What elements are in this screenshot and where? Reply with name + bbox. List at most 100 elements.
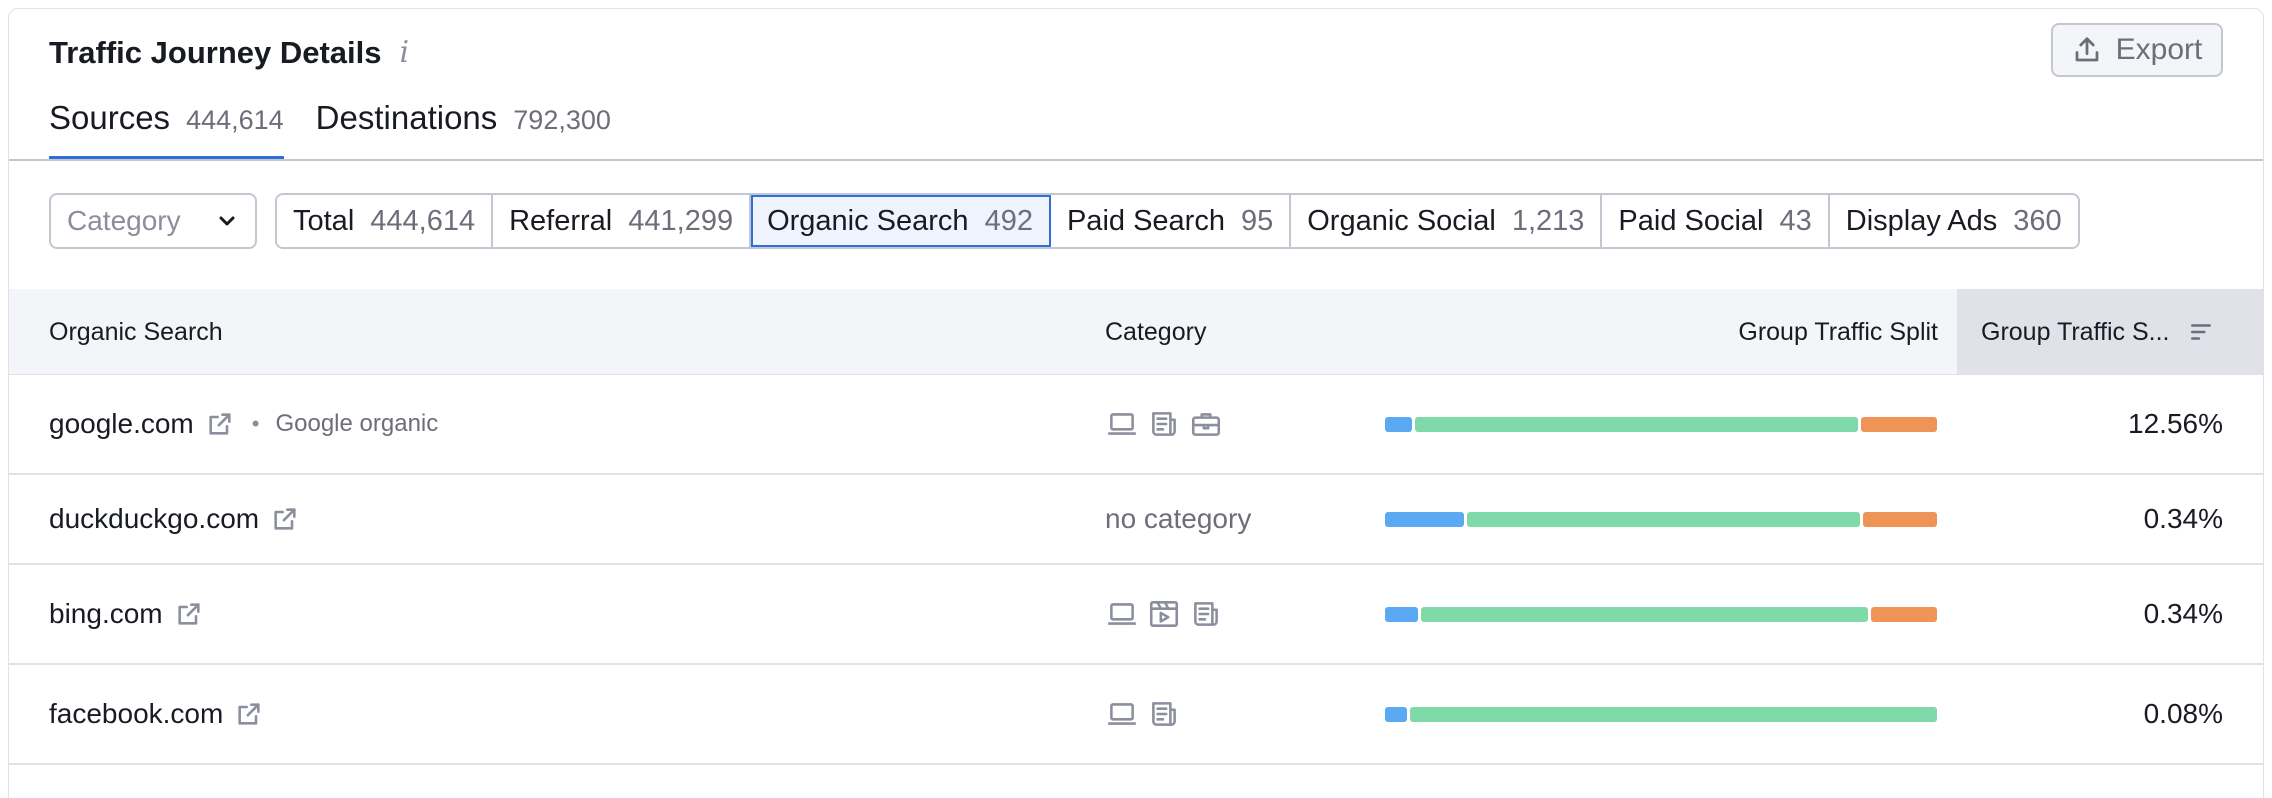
traffic-split-bar[interactable] [1385,511,1937,527]
video-icon[interactable] [1147,597,1181,631]
tabs-divider [9,159,2263,161]
chevron-down-icon [219,216,235,226]
cell-domain: bing.com [49,565,203,663]
column-header-share[interactable]: Group Traffic S... [1957,289,2263,375]
split-segment-green [1415,416,1858,432]
briefcase-icon[interactable] [1189,407,1223,441]
cell-traffic-share: 0.08% [2143,698,2223,729]
tab-destinations[interactable]: Destinations 792,300 [316,97,611,161]
cell-traffic-split [1385,565,1937,663]
split-segment-blue [1385,416,1413,432]
cell-category [1105,375,1223,473]
export-label: Export [2115,33,2203,66]
traffic-journey-panel: Traffic Journey Details i Export Sources… [8,8,2264,798]
segment-organic-search[interactable]: Organic Search 492 [751,195,1051,247]
tab-label: Destinations [315,99,498,136]
title-row: Traffic Journey Details i [49,35,409,71]
traffic-split-bar[interactable] [1385,606,1937,622]
segment-display-ads[interactable]: Display Ads 360 [1829,195,2078,247]
split-segment-orange [1871,606,1937,622]
tab-sources[interactable]: Sources 444,614 [49,97,284,161]
cell-category [1105,665,1181,763]
table-row: facebook.com 0.08% [9,665,2263,765]
category-dropdown[interactable]: Category [49,193,257,249]
segment-label: Organic Social [1307,204,1496,237]
cell-category [1105,565,1223,663]
column-header-share-label: Group Traffic S... [1981,317,2170,346]
domain-subtitle: Google organic [275,410,439,437]
segment-count: 43 [1779,204,1812,237]
cell-traffic-share: 0.34% [2143,598,2223,629]
domain-link[interactable]: facebook.com [49,698,223,730]
segment-label: Display Ads [1845,204,1998,237]
sort-icon [2190,324,2211,340]
segment-count: 492 [984,204,1033,237]
segment-label: Total [293,204,355,237]
tab-count: 792,300 [513,105,611,135]
domain-link[interactable]: duckduckgo.com [49,503,259,535]
laptop-icon[interactable] [1105,697,1139,731]
segment-total[interactable]: Total 444,614 [277,195,494,247]
segment-count: 95 [1240,204,1274,237]
news-icon[interactable] [1189,597,1223,631]
table-header: Organic Search Category Group Traffic Sp… [9,289,2263,375]
traffic-split-bar[interactable] [1385,416,1937,432]
news-icon[interactable] [1147,697,1181,731]
news-icon[interactable] [1147,407,1181,441]
table-row: duckduckgo.com no category 0.34% [9,475,2263,565]
segment-label: Organic Search [767,204,969,237]
external-link-icon[interactable] [271,505,299,533]
traffic-split-bar[interactable] [1385,706,1937,722]
upload-icon [2075,37,2099,62]
segment-label: Referral [509,204,613,237]
segment-paid-search[interactable]: Paid Search 95 [1050,195,1292,247]
tab-count: 444,614 [186,105,284,135]
page-title: Traffic Journey Details [49,35,382,70]
cell-domain: duckduckgo.com [49,475,299,563]
segment-organic-social[interactable]: Organic Social 1,213 [1291,195,1603,247]
tab-label: Sources [49,99,171,136]
segment-paid-social[interactable]: Paid Social 43 [1602,195,1830,247]
column-header-category[interactable]: Category [1105,289,1206,375]
column-header-name[interactable]: Organic Search [49,289,223,375]
split-segment-green [1420,606,1869,622]
split-segment-blue [1385,606,1418,622]
cell-traffic-split [1385,665,1937,763]
split-segment-green [1409,706,1937,722]
traffic-type-segments: Total 444,614 Referral 441,299 Organic S… [275,193,2080,249]
external-link-icon[interactable] [206,410,234,438]
tabs: Sources 444,614 Destinations 792,300 [49,97,611,161]
external-link-icon[interactable] [175,600,203,628]
export-button[interactable]: Export [2051,23,2223,77]
split-segment-blue [1385,706,1407,722]
cell-traffic-share: 0.34% [2143,503,2223,534]
table-row: google.com • Google organic 12.56% [9,375,2263,475]
cell-domain: google.com • Google organic [49,375,438,473]
split-segment-orange [1860,416,1937,432]
info-icon[interactable]: i [400,38,410,68]
table-row: bing.com 0.34% [9,565,2263,665]
split-segment-blue [1385,511,1465,527]
segment-count: 1,213 [1511,204,1585,237]
filters-bar: Category Total 444,614 Referral 441,299 … [49,193,2080,249]
segment-label: Paid Search [1066,204,1225,237]
split-segment-green [1467,511,1861,527]
segment-count: 444,614 [370,204,476,237]
category-placeholder: Category [67,205,181,236]
split-segment-orange [1863,511,1937,527]
segment-referral[interactable]: Referral 441,299 [493,195,752,247]
column-header-split[interactable]: Group Traffic Split [1738,289,1938,375]
segment-count: 441,299 [628,204,734,237]
laptop-icon[interactable] [1105,597,1139,631]
segment-count: 360 [2013,204,2062,237]
domain-link[interactable]: bing.com [49,598,163,630]
category-text: no category [1105,503,1252,534]
domain-link[interactable]: google.com [49,408,194,440]
cell-traffic-share: 12.56% [2128,408,2223,439]
cell-traffic-split [1385,475,1937,563]
external-link-icon[interactable] [235,700,263,728]
cell-traffic-split [1385,375,1937,473]
cell-category: no category [1105,475,1251,563]
laptop-icon[interactable] [1105,407,1139,441]
cell-domain: facebook.com [49,665,263,763]
